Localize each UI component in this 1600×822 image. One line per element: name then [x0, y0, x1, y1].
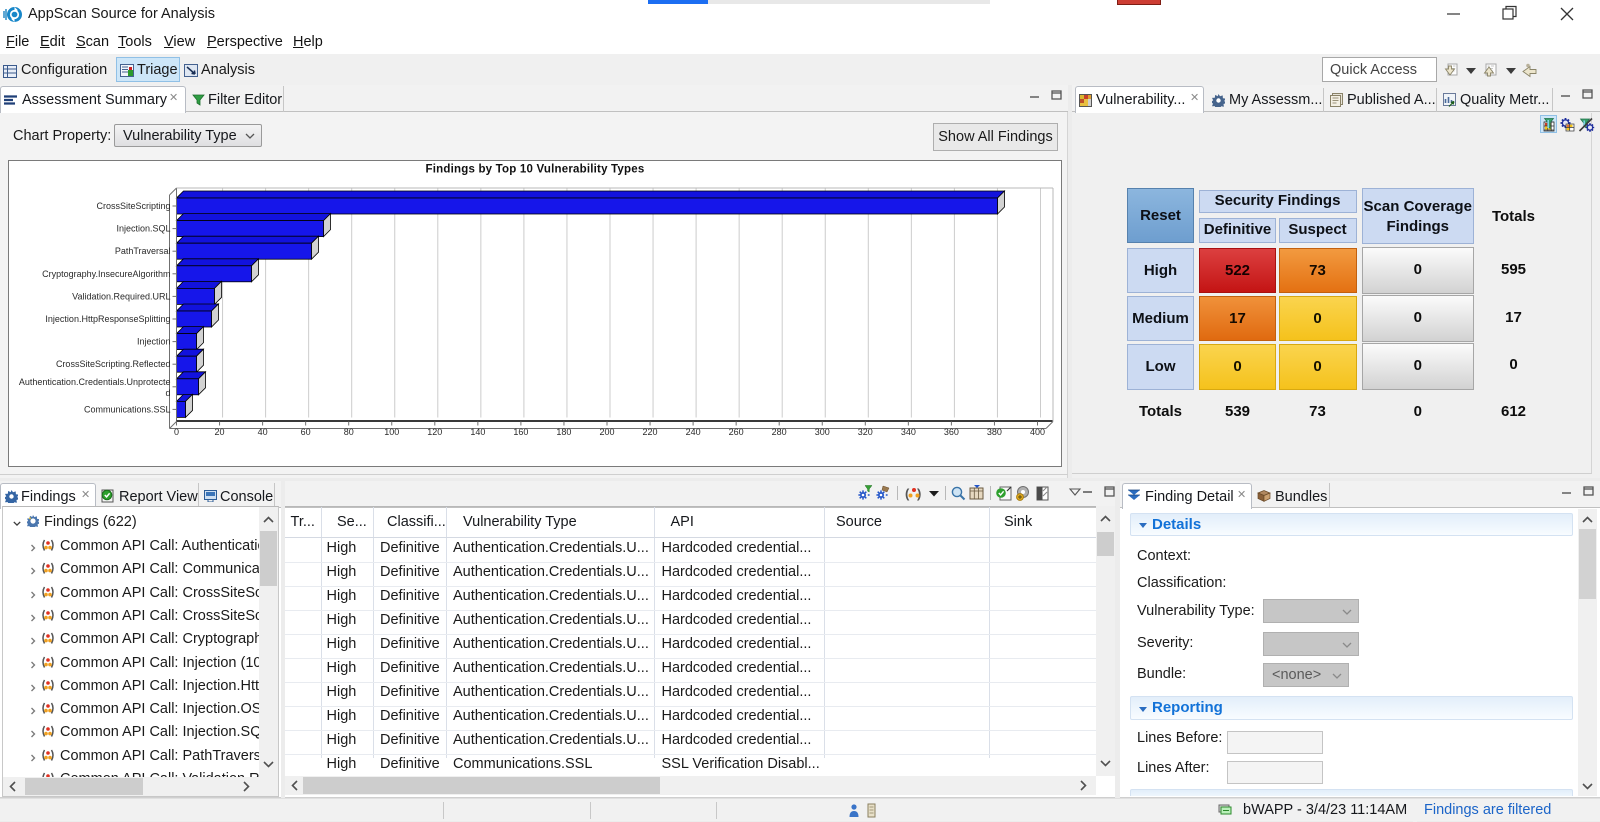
svg-text:160: 160: [513, 427, 528, 437]
svg-text:140: 140: [470, 427, 485, 437]
svg-text:Injection.SQL: Injection.SQL: [116, 224, 170, 234]
svg-text:PathTraversal: PathTraversal: [115, 246, 171, 256]
svg-text:280: 280: [772, 427, 787, 437]
svg-text:Validation.Required.URL: Validation.Required.URL: [72, 291, 170, 301]
svg-text:340: 340: [901, 427, 916, 437]
svg-text:120: 120: [427, 427, 442, 437]
svg-text:Communications.SSL: Communications.SSL: [84, 404, 171, 414]
svg-text:0: 0: [174, 427, 179, 437]
svg-text:380: 380: [987, 427, 1002, 437]
svg-text:60: 60: [301, 427, 311, 437]
svg-text:80: 80: [344, 427, 354, 437]
svg-text:d: d: [165, 388, 170, 398]
svg-text:320: 320: [858, 427, 873, 437]
svg-text:180: 180: [556, 427, 571, 437]
svg-text:CrossSiteScripting.Reflected: CrossSiteScripting.Reflected: [56, 359, 171, 369]
svg-text:260: 260: [729, 427, 744, 437]
svg-text:20: 20: [215, 427, 225, 437]
svg-text:200: 200: [599, 427, 614, 437]
svg-text:360: 360: [944, 427, 959, 437]
svg-text:Injection.HttpResponseSplittin: Injection.HttpResponseSplitting: [45, 314, 170, 324]
svg-text:40: 40: [258, 427, 268, 437]
svg-text:CrossSiteScripting: CrossSiteScripting: [96, 201, 170, 211]
svg-text:300: 300: [815, 427, 830, 437]
svg-text:(: (: [905, 486, 910, 501]
svg-text:240: 240: [686, 427, 701, 437]
svg-text:): ): [917, 486, 921, 501]
svg-text:Cryptography.InsecureAlgorithm: Cryptography.InsecureAlgorithm: [42, 269, 170, 279]
svg-text:100: 100: [384, 427, 399, 437]
svg-text:Findings by Top 10 Vulnerabili: Findings by Top 10 Vulnerability Types: [426, 164, 645, 176]
svg-text:400: 400: [1030, 427, 1045, 437]
svg-text:220: 220: [643, 427, 658, 437]
svg-text:Authentication.Credentials.Unp: Authentication.Credentials.Unprotecte: [19, 377, 171, 387]
svg-text:Injection: Injection: [137, 337, 171, 347]
